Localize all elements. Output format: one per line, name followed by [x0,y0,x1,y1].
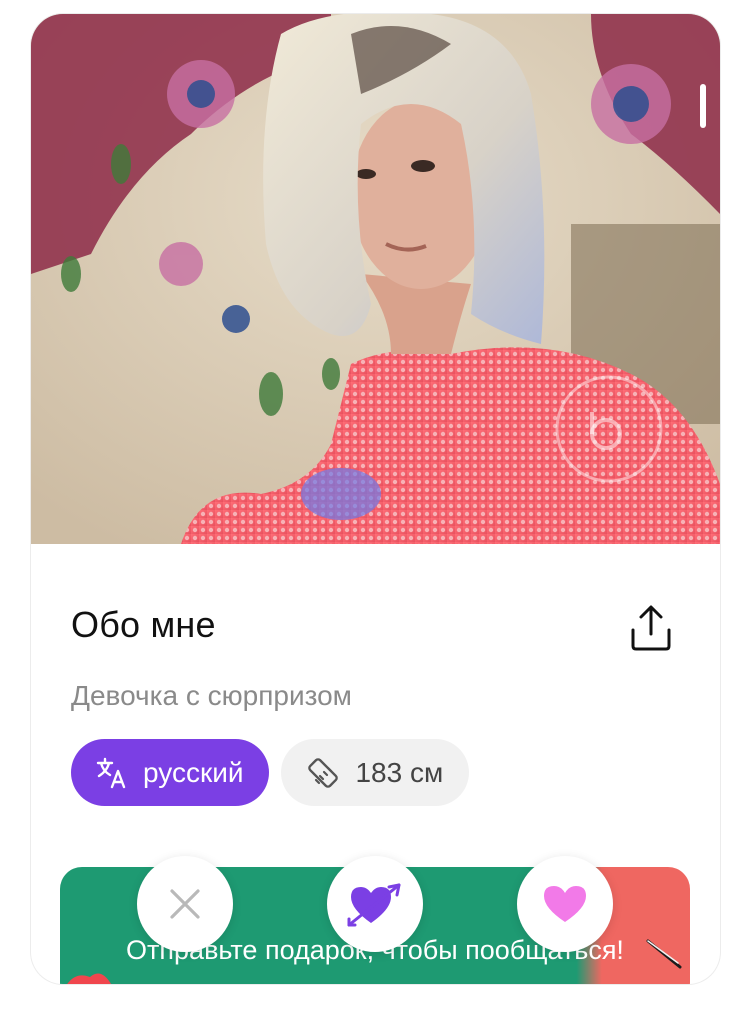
translate-icon [96,757,126,788]
profile-photo[interactable] [31,14,720,544]
bio-text: Девочка с сюрпризом [71,680,352,711]
about-title: Обо мне [71,604,216,645]
photo-scroll-indicator [700,84,706,128]
dislike-button[interactable] [137,856,233,952]
height-chip: 183 см [281,739,470,806]
height-label: 183 см [355,756,444,788]
heart-arrow-icon [347,883,401,927]
ruler-icon [308,757,339,788]
profile-chips: русский 183 см [71,739,470,806]
super-like-button[interactable] [327,856,423,952]
share-icon [631,605,671,651]
profile-card: Обо мне Девочка с сюрпризом русский 183 … [31,14,720,984]
language-chip: русский [71,739,270,806]
heart-icon [544,886,586,922]
like-button[interactable] [517,856,613,952]
close-icon [170,889,200,919]
share-button[interactable] [627,602,675,654]
profile-photo-art [31,14,720,544]
language-label: русский [143,756,244,788]
